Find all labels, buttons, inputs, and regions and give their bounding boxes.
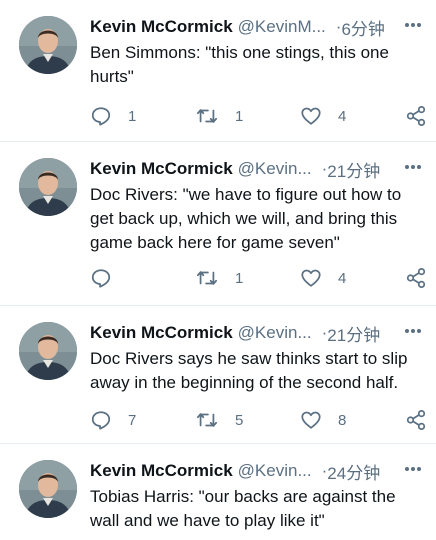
more-icon[interactable] — [402, 156, 424, 178]
tweet-header: Kevin McCormick @Kevin... · 21分钟 — [90, 320, 426, 346]
like-count: 8 — [338, 411, 347, 429]
tweet[interactable]: Kevin McCormick @KevinM... · 6分钟 Ben Sim… — [0, 0, 436, 142]
share-button[interactable] — [405, 267, 427, 289]
author-handle[interactable]: @Kevin... — [238, 159, 312, 179]
reply-count: 7 — [128, 411, 137, 429]
tweet-text: Ben Simmons: "this one stings, this one … — [90, 43, 389, 86]
retweet-icon — [195, 105, 219, 127]
tweet[interactable]: Kevin McCormick @Kevin... · 24分钟 Tobias … — [0, 444, 436, 540]
tweet[interactable]: Kevin McCormick @Kevin... · 21分钟 Doc Riv… — [0, 142, 436, 306]
avatar[interactable] — [19, 460, 77, 518]
tweet-actions: 7 5 8 — [90, 408, 436, 432]
like-count: 4 — [338, 107, 347, 125]
tweet-text: Doc Rivers: "we have to figure out how t… — [90, 185, 402, 252]
author-handle[interactable]: @KevinM... — [238, 17, 326, 37]
reply-icon — [90, 409, 112, 431]
heart-icon — [300, 409, 322, 431]
heart-icon — [300, 105, 322, 127]
retweet-button[interactable]: 5 — [195, 409, 243, 431]
retweet-button[interactable]: 1 — [195, 267, 243, 289]
share-icon — [405, 105, 427, 127]
retweet-count: 5 — [235, 411, 244, 429]
timestamp[interactable]: 24分钟 — [327, 459, 380, 484]
more-icon[interactable] — [402, 458, 424, 480]
reply-icon — [90, 105, 112, 127]
share-button[interactable] — [405, 409, 427, 431]
share-icon — [405, 267, 427, 289]
like-button[interactable]: 4 — [300, 267, 346, 289]
reply-button[interactable]: 7 — [90, 409, 136, 431]
tweet-actions: 1 1 4 — [90, 104, 436, 128]
timestamp[interactable]: 21分钟 — [327, 157, 380, 182]
tweet-header: Kevin McCormick @Kevin... · 24分钟 — [90, 458, 426, 484]
tweet-header: Kevin McCormick @Kevin... · 21分钟 — [90, 156, 426, 182]
reply-button[interactable]: 1 — [90, 105, 136, 127]
author-handle[interactable]: @Kevin... — [238, 461, 312, 481]
avatar[interactable] — [19, 158, 77, 216]
author-handle[interactable]: @Kevin... — [238, 323, 312, 343]
heart-icon — [300, 267, 322, 289]
author-name[interactable]: Kevin McCormick — [90, 461, 233, 481]
share-icon — [405, 409, 427, 431]
retweet-icon — [195, 409, 219, 431]
more-icon[interactable] — [402, 320, 424, 342]
avatar[interactable] — [19, 16, 77, 74]
retweet-icon — [195, 267, 219, 289]
like-count: 4 — [338, 269, 347, 287]
reply-button[interactable] — [90, 267, 128, 289]
timestamp[interactable]: 6分钟 — [341, 15, 384, 40]
timestamp[interactable]: 21分钟 — [327, 321, 380, 346]
tweet-actions: 1 4 — [90, 266, 436, 290]
reply-count: 1 — [128, 107, 137, 125]
like-button[interactable]: 4 — [300, 105, 346, 127]
like-button[interactable]: 8 — [300, 409, 346, 431]
author-name[interactable]: Kevin McCormick — [90, 17, 233, 37]
tweet-text: Doc Rivers says he saw thinks start to s… — [90, 349, 408, 392]
retweet-button[interactable]: 1 — [195, 105, 243, 127]
more-icon[interactable] — [402, 14, 424, 36]
author-name[interactable]: Kevin McCormick — [90, 159, 233, 179]
retweet-count: 1 — [235, 107, 244, 125]
author-name[interactable]: Kevin McCormick — [90, 323, 233, 343]
reply-icon — [90, 267, 112, 289]
tweet-header: Kevin McCormick @KevinM... · 6分钟 — [90, 14, 426, 40]
retweet-count: 1 — [235, 269, 244, 287]
tweet-text: Tobias Harris: "our backs are against th… — [90, 487, 396, 530]
tweet[interactable]: Kevin McCormick @Kevin... · 21分钟 Doc Riv… — [0, 306, 436, 444]
avatar[interactable] — [19, 322, 77, 380]
share-button[interactable] — [405, 105, 427, 127]
tweet-feed: Kevin McCormick @KevinM... · 6分钟 Ben Sim… — [0, 0, 436, 540]
